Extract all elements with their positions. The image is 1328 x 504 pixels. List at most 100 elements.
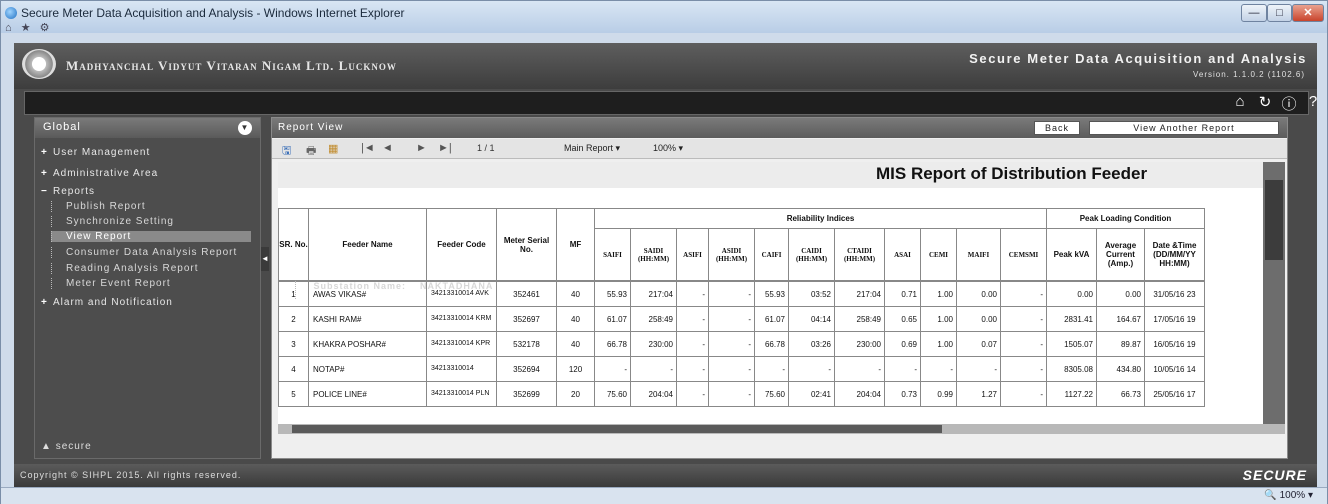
header-meter-serial: Meter Serial No. [496, 208, 557, 281]
cell-mf: 120 [556, 356, 595, 382]
app-header: Madhyanchal Vidyut Vitaran Nigam Ltd. Lu… [14, 43, 1317, 89]
cell-name: POLICE LINE# [308, 381, 427, 407]
header-saifi: SAIFI [594, 228, 631, 281]
export-icon[interactable]: 🖫 [282, 142, 291, 161]
cell-caifi: 61.07 [754, 306, 789, 332]
horizontal-scrollbar[interactable] [278, 424, 1285, 434]
sidebar-item-consumer-data-analysis[interactable]: Consumer Data Analysis Report [51, 247, 237, 258]
prev-page-icon[interactable]: ◄ [382, 142, 393, 154]
last-page-icon[interactable]: ►| [438, 142, 452, 154]
sidebar-item-user-management[interactable]: + User Management [41, 147, 150, 158]
first-page-icon[interactable]: |◄ [361, 142, 375, 154]
cell-asai: 0.69 [884, 331, 921, 357]
header-asai: ASAI [884, 228, 921, 281]
table-body: 1 AWAS VIKAS# 34213310014 AVK 352461 40 55.93… [278, 281, 1205, 407]
cell-ctaidi: 258:49 [834, 306, 885, 332]
group-tree-icon[interactable]: ▦ [328, 142, 338, 155]
global-label: Global [43, 121, 81, 133]
home-icon[interactable]: ⌂ [1230, 93, 1250, 110]
zoom-status[interactable]: 🔍 100% ▾ [1264, 490, 1313, 501]
sidebar-item-administrative-area[interactable]: + Administrative Area [41, 168, 158, 179]
help-icon[interactable]: ? [1303, 93, 1323, 110]
next-page-icon[interactable]: ► [416, 142, 427, 154]
cell-code: 34213310014 [426, 356, 497, 382]
cell-caidi: 02:41 [788, 381, 835, 407]
cell-name: KHAKRA POSHAR# [308, 331, 427, 357]
cell-cemsmi: - [1000, 381, 1047, 407]
view-another-report-button[interactable]: View Another Report [1089, 121, 1279, 135]
scrollbar-thumb[interactable] [1265, 180, 1283, 260]
report-select[interactable]: Main Report ▾ [564, 143, 620, 154]
cell-asai: 0.65 [884, 306, 921, 332]
browser-toolbar-icons[interactable]: ⌂ ★ ⚙ [5, 21, 52, 34]
substation-row: Substation Name: NAKTADHANA [310, 281, 494, 291]
header-datetime: Date &Time (DD/MM/YY HH:MM) [1144, 228, 1205, 281]
back-button[interactable]: Back [1034, 121, 1080, 135]
header-cemi: CEMI [920, 228, 957, 281]
cell-sr: 5 [278, 381, 309, 407]
substation-label: Substation Name: [313, 281, 407, 291]
sidebar-item-meter-event[interactable]: Meter Event Report [51, 278, 171, 289]
cell-avg: 89.87 [1096, 331, 1145, 357]
plus-icon: + [41, 297, 48, 308]
maximize-button[interactable]: □ [1267, 4, 1292, 22]
table-row: 4 NOTAP# 34213310014 352694 120- - - - - - - - - - -83… [278, 356, 1205, 382]
cell-asifi: - [676, 356, 709, 382]
cell-caifi: 55.93 [754, 281, 789, 307]
cell-asidi: - [708, 381, 755, 407]
cell-avg: 0.00 [1096, 281, 1145, 307]
close-button[interactable]: ✕ [1292, 4, 1324, 22]
header-ctaidi: CTAIDI (HH:MM) [834, 228, 885, 281]
zoom-select[interactable]: 100% ▾ [653, 143, 683, 154]
print-icon[interactable]: 🖶 [306, 142, 316, 161]
chevron-down-icon[interactable]: ▼ [238, 121, 252, 135]
report-title-band: MIS Report of Distribution Feeder [278, 162, 1263, 188]
app-title: Secure Meter Data Acquisition and Analys… [969, 51, 1307, 66]
cell-mf: 40 [556, 306, 595, 332]
sidebar-item-label: Reports [53, 186, 96, 197]
refresh-icon[interactable]: ↻ [1255, 93, 1275, 111]
header-feeder-name: Feeder Name [308, 208, 427, 281]
cell-caidi: 04:14 [788, 306, 835, 332]
sidebar-item-reports[interactable]: − Reports [41, 186, 95, 197]
info-icon[interactable]: ⓘ [1279, 93, 1299, 114]
cell-dt: 25/05/16 17 [1144, 381, 1205, 407]
cell-asidi: - [708, 306, 755, 332]
cell-cemsmi: - [1000, 356, 1047, 382]
cell-asidi: - [708, 356, 755, 382]
report-page: MIS Report of Distribution Feeder SR. No… [278, 162, 1263, 424]
mis-table: SR. No. Feeder Name Feeder Code Meter Se… [278, 208, 1205, 407]
top-nav-bar: ⌂ ↻ ⓘ ? ⏻ [24, 91, 1317, 115]
cell-ctaidi: 230:00 [834, 331, 885, 357]
minimize-button[interactable]: — [1241, 4, 1267, 22]
vertical-scrollbar[interactable] [1263, 162, 1285, 424]
header-asidi: ASIDI (HH:MM) [708, 228, 755, 281]
cell-ctaidi: 204:04 [834, 381, 885, 407]
sidebar-item-view-report[interactable]: View Report [51, 231, 251, 242]
window-title: Secure Meter Data Acquisition and Analys… [21, 6, 405, 20]
secure-brand-logo: SECURE [1242, 467, 1307, 483]
header-maifi: MAIFI [956, 228, 1001, 281]
report-toolbar: 🖫 🖶 ▦ |◄ ◄ ► ►| 1 / 1 Main Report ▾ 100%… [272, 139, 1287, 159]
header-feeder-code: Feeder Code [426, 208, 497, 281]
global-menu-header[interactable]: Global ▼ [35, 118, 260, 138]
sidebar-item-label: Administrative Area [53, 168, 159, 179]
cell-maifi: 0.07 [956, 331, 1001, 357]
cell-peak: 1505.07 [1046, 331, 1097, 357]
report-view-panel: Report View Back View Another Report 🖫 🖶… [271, 117, 1288, 459]
sidebar-item-reading-analysis[interactable]: Reading Analysis Report [51, 263, 199, 274]
cell-peak: 0.00 [1046, 281, 1097, 307]
cell-cemsmi: - [1000, 331, 1047, 357]
collapse-sidebar-button[interactable]: ◄ [261, 247, 269, 271]
header-mf: MF [556, 208, 595, 281]
header-caidi: CAIDI (HH:MM) [788, 228, 835, 281]
header-reliability-indices: Reliability Indices [594, 208, 1047, 229]
cell-cemi: 1.00 [920, 281, 957, 307]
sidebar-item-synchronize-setting[interactable]: Synchronize Setting [51, 216, 174, 227]
sidebar-item-alarm[interactable]: + Alarm and Notification [41, 297, 173, 308]
sidebar-item-publish-report[interactable]: Publish Report [51, 201, 146, 212]
header-avg-current: Average Current (Amp.) [1096, 228, 1145, 281]
cell-dt: 10/05/16 14 [1144, 356, 1205, 382]
scrollbar-thumb[interactable] [292, 425, 942, 433]
cell-avg: 434.80 [1096, 356, 1145, 382]
